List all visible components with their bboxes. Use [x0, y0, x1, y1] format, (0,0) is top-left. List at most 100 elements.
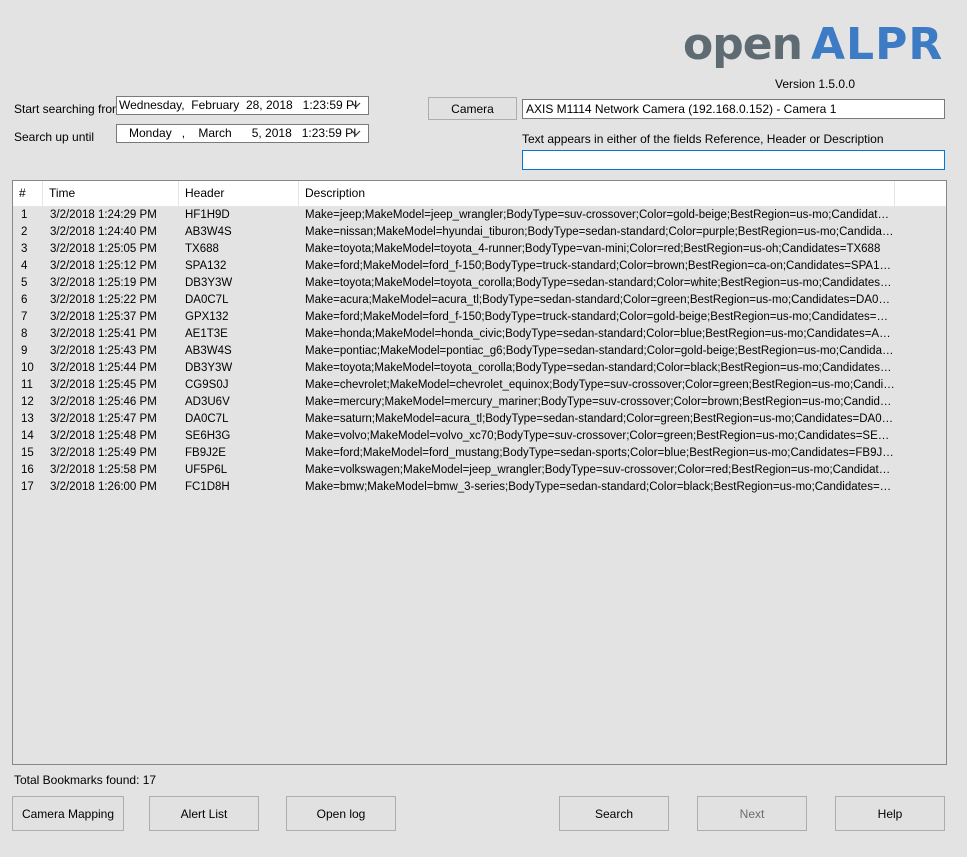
search-button[interactable]: Search	[559, 796, 669, 831]
camera-field[interactable]: AXIS M1114 Network Camera (192.168.0.152…	[522, 99, 945, 119]
row-header: AD3U6V	[185, 396, 230, 408]
total-bookmarks-label: Total Bookmarks found: 17	[14, 773, 157, 787]
row-time: 3/2/2018 1:26:00 PM	[50, 481, 157, 493]
table-row[interactable]: 10 3/2/2018 1:25:44 PM DB3Y3W Make=toyota;M…	[13, 360, 946, 377]
row-time: 3/2/2018 1:24:40 PM	[50, 226, 157, 238]
table-row[interactable]: 9 3/2/2018 1:25:43 PM AB3W4S Make=pontiac;M…	[13, 343, 946, 360]
row-number: 14	[21, 430, 34, 442]
table-row[interactable]: 13 3/2/2018 1:25:47 PM DA0C7L Make=saturn;M…	[13, 411, 946, 428]
row-number: 16	[21, 464, 34, 476]
table-row[interactable]: 17 3/2/2018 1:26:00 PM FC1D8H Make=bmw;Make…	[13, 479, 946, 496]
row-time: 3/2/2018 1:25:48 PM	[50, 430, 157, 442]
row-description: Make=jeep;MakeModel=jeep_wrangler;BodyTy…	[305, 209, 895, 221]
table-row[interactable]: 11 3/2/2018 1:25:45 PM CG9S0J Make=chevrole…	[13, 377, 946, 394]
row-description: Make=ford;MakeModel=ford_f-150;BodyType=…	[305, 311, 895, 323]
row-header: AB3W4S	[185, 226, 232, 238]
table-row[interactable]: 12 3/2/2018 1:25:46 PM AD3U6V Make=mercury;…	[13, 394, 946, 411]
table-row[interactable]: 4 3/2/2018 1:25:12 PM SPA132 Make=ford;Make…	[13, 258, 946, 275]
row-header: SE6H3G	[185, 430, 231, 442]
row-number: 3	[21, 243, 28, 255]
chevron-down-icon[interactable]	[350, 127, 362, 139]
version-label: Version 1.5.0.0	[775, 77, 856, 91]
row-description: Make=ford;MakeModel=ford_f-150;BodyType=…	[305, 260, 895, 272]
column-header-description[interactable]: Description	[299, 181, 895, 206]
table-row[interactable]: 5 3/2/2018 1:25:19 PM DB3Y3W Make=toyota;Ma…	[13, 275, 946, 292]
column-header-filler	[893, 181, 946, 206]
table-row[interactable]: 16 3/2/2018 1:25:58 PM UF5P6L Make=volkswag…	[13, 462, 946, 479]
row-header: TX688	[185, 243, 219, 255]
row-header: AB3W4S	[185, 345, 232, 357]
row-header: CG9S0J	[185, 379, 229, 391]
column-header-header[interactable]: Header	[179, 181, 299, 206]
table-row[interactable]: 1 3/2/2018 1:24:29 PM HF1H9D Make=jeep;Make…	[13, 207, 946, 224]
row-number: 1	[21, 209, 28, 221]
row-time: 3/2/2018 1:25:46 PM	[50, 396, 157, 408]
row-number: 15	[21, 447, 34, 459]
row-time: 3/2/2018 1:25:44 PM	[50, 362, 157, 374]
text-search-label: Text appears in either of the fields Ref…	[522, 132, 884, 146]
row-description: Make=bmw;MakeModel=bmw_3-series;BodyType…	[305, 481, 895, 493]
table-row[interactable]: 2 3/2/2018 1:24:40 PM AB3W4S Make=nissan;Ma…	[13, 224, 946, 241]
row-number: 5	[21, 277, 28, 289]
row-header: GPX132	[185, 311, 229, 323]
row-description: Make=toyota;MakeModel=toyota_4-runner;Bo…	[305, 243, 881, 255]
table-row[interactable]: 3 3/2/2018 1:25:05 PM TX688 Make=toyota;Mak…	[13, 241, 946, 258]
row-description: Make=saturn;MakeModel=acura_tl;BodyType=…	[305, 413, 895, 425]
row-description: Make=honda;MakeModel=honda_civic;BodyTyp…	[305, 328, 895, 340]
row-number: 8	[21, 328, 28, 340]
row-header: AE1T3E	[185, 328, 228, 340]
column-header-time[interactable]: Time	[43, 181, 179, 206]
row-time: 3/2/2018 1:25:37 PM	[50, 311, 157, 323]
row-description: Make=toyota;MakeModel=toyota_corolla;Bod…	[305, 362, 895, 374]
help-button[interactable]: Help	[835, 796, 945, 831]
row-number: 13	[21, 413, 34, 425]
open-log-button[interactable]: Open log	[286, 796, 396, 831]
row-header: FC1D8H	[185, 481, 230, 493]
logo-alpr-text: ALPR	[811, 19, 944, 70]
row-header: FB9J2E	[185, 447, 226, 459]
row-number: 4	[21, 260, 28, 272]
row-number: 7	[21, 311, 28, 323]
row-time: 3/2/2018 1:25:49 PM	[50, 447, 157, 459]
row-header: SPA132	[185, 260, 227, 272]
alert-list-button[interactable]: Alert List	[149, 796, 259, 831]
row-number: 10	[21, 362, 34, 374]
row-description: Make=toyota;MakeModel=toyota_corolla;Bod…	[305, 277, 895, 289]
row-time: 3/2/2018 1:25:05 PM	[50, 243, 157, 255]
next-button[interactable]: Next	[697, 796, 807, 831]
row-time: 3/2/2018 1:25:47 PM	[50, 413, 157, 425]
table-row[interactable]: 8 3/2/2018 1:25:41 PM AE1T3E Make=honda;Mak…	[13, 326, 946, 343]
row-description: Make=mercury;MakeModel=mercury_mariner;B…	[305, 396, 895, 408]
chevron-down-icon[interactable]	[350, 99, 362, 111]
camera-mapping-button[interactable]: Camera Mapping	[12, 796, 124, 831]
row-number: 17	[21, 481, 34, 493]
row-header: UF5P6L	[185, 464, 228, 476]
start-search-label: Start searching from	[14, 102, 123, 116]
end-date-value: Monday , March 5, 2018 1:23:59 PI	[119, 126, 357, 140]
start-date-picker[interactable]: Wednesday, February 28, 2018 1:23:59 PI	[116, 96, 369, 115]
logo-open-text: open	[683, 19, 803, 70]
row-time: 3/2/2018 1:25:19 PM	[50, 277, 157, 289]
row-time: 3/2/2018 1:25:41 PM	[50, 328, 157, 340]
text-search-field[interactable]	[526, 151, 944, 169]
table-row[interactable]: 7 3/2/2018 1:25:37 PM GPX132 Make=ford;Make…	[13, 309, 946, 326]
camera-button[interactable]: Camera	[428, 97, 517, 120]
search-until-label: Search up until	[14, 130, 95, 144]
row-number: 9	[21, 345, 28, 357]
bookmarks-table[interactable]: # Time Header Description 1 3/2/2018 1:24…	[12, 180, 947, 765]
table-header: # Time Header Description	[13, 181, 946, 207]
row-time: 3/2/2018 1:25:12 PM	[50, 260, 157, 272]
start-date-value: Wednesday, February 28, 2018 1:23:59 PI	[119, 98, 358, 112]
table-row[interactable]: 14 3/2/2018 1:25:48 PM SE6H3G Make=volvo;Ma…	[13, 428, 946, 445]
table-row[interactable]: 6 3/2/2018 1:25:22 PM DA0C7L Make=acura;Mak…	[13, 292, 946, 309]
row-header: DB3Y3W	[185, 362, 233, 374]
row-description: Make=chevrolet;MakeModel=chevrolet_equin…	[305, 379, 895, 391]
row-header: DA0C7L	[185, 413, 229, 425]
text-search-input[interactable]	[522, 150, 945, 170]
column-header-number[interactable]: #	[13, 181, 43, 206]
row-description: Make=volvo;MakeModel=volvo_xc70;BodyType…	[305, 430, 895, 442]
row-header: HF1H9D	[185, 209, 230, 221]
table-row[interactable]: 15 3/2/2018 1:25:49 PM FB9J2E Make=ford;Mak…	[13, 445, 946, 462]
end-date-picker[interactable]: Monday , March 5, 2018 1:23:59 PI	[116, 124, 369, 143]
row-number: 6	[21, 294, 28, 306]
